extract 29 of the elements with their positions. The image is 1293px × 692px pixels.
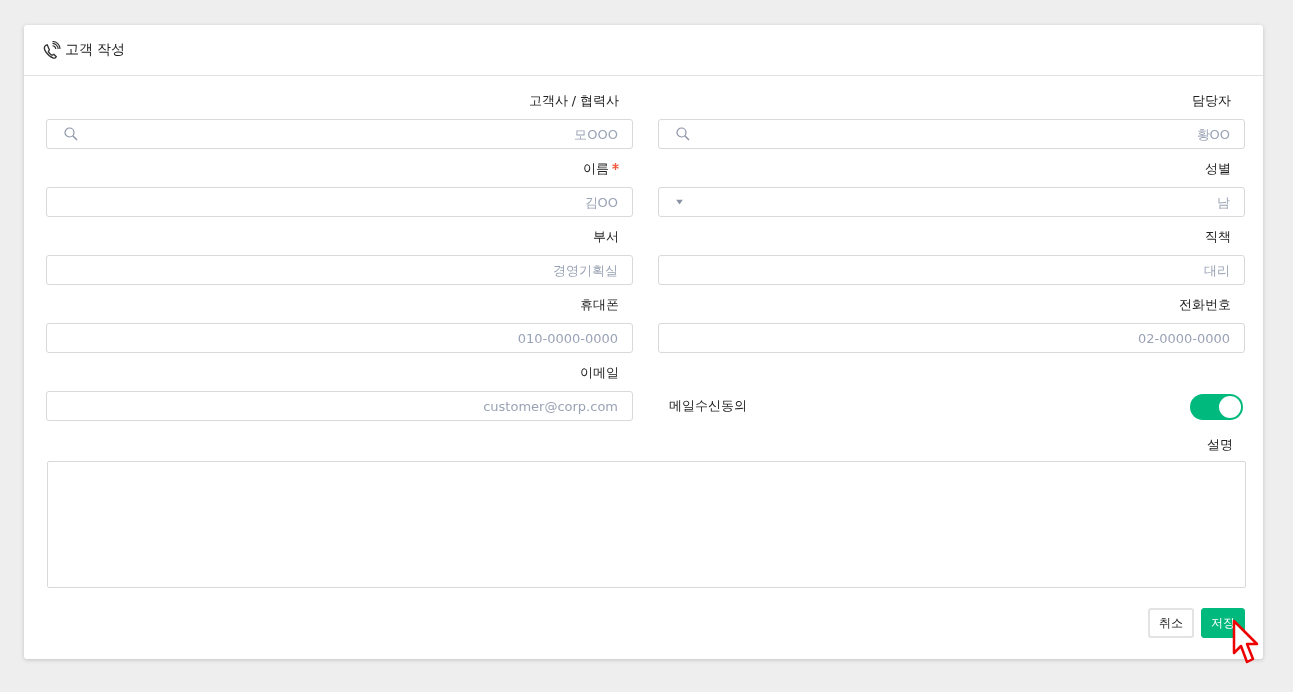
field-label: 부서 <box>593 229 619 246</box>
field-label: 전화번호 <box>1179 297 1231 314</box>
field-label: 설명 <box>1207 437 1233 454</box>
toggle-switch[interactable] <box>1190 394 1243 420</box>
search-icon <box>64 127 78 141</box>
input-field[interactable]: 김OO <box>46 187 633 217</box>
input-field[interactable]: 경영기획실 <box>46 255 633 285</box>
input-field[interactable]: 대리 <box>658 255 1245 285</box>
field-label: 이름 <box>583 161 609 178</box>
field-label: 담당자 <box>1192 93 1231 110</box>
field-label: 고객사 / 협력사 <box>528 93 619 110</box>
phone-icon <box>42 40 61 60</box>
search-field[interactable]: 모OOO <box>46 119 633 149</box>
dropdown-caret-icon <box>676 199 683 205</box>
input-field[interactable]: 02-0000-0000 <box>658 323 1245 353</box>
description-field[interactable] <box>47 461 1246 588</box>
field-label: 휴대폰 <box>580 297 619 314</box>
search-field[interactable]: 황OO <box>658 119 1245 149</box>
field-label: 성별 <box>1205 161 1231 178</box>
required-icon <box>612 163 619 170</box>
field-label: 이메일 <box>580 365 619 382</box>
field-label: 직책 <box>1205 229 1231 246</box>
input-field[interactable]: 010-0000-0000 <box>46 323 633 353</box>
toggle-label: 메일수신동의 <box>669 397 747 415</box>
cancel-button[interactable]: 취소 <box>1148 608 1194 638</box>
select-field[interactable]: 남 <box>658 187 1245 217</box>
input-field[interactable]: customer@corp.com <box>46 391 633 421</box>
window-title: 고객 작성 <box>65 41 126 59</box>
search-icon <box>676 127 690 141</box>
